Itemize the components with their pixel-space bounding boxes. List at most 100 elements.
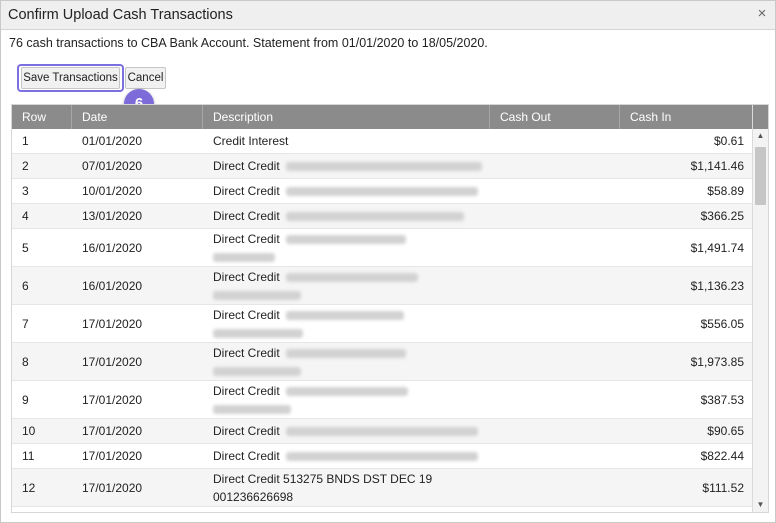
cell-row-number: 2 <box>22 159 29 173</box>
transactions-table: Row Date Description Cash Out Cash In 10… <box>11 104 769 513</box>
cell-description: Direct Credit <box>203 381 490 418</box>
table-row[interactable]: 4 13/01/2020 Direct Credit $366.25 <box>12 204 754 229</box>
description-line: Direct Credit <box>213 157 482 175</box>
description-line: Direct Credit <box>213 422 478 440</box>
cell-description: Direct Credit <box>203 444 490 468</box>
cell-row-number: 5 <box>22 240 29 255</box>
cell-date: 17/01/2020 <box>82 392 143 407</box>
cell-description: Direct Credit <box>203 154 490 178</box>
cell-cash-in: $1,491.74 <box>690 240 744 255</box>
chevron-down-icon[interactable]: ▼ <box>753 500 768 512</box>
cell-cash-in: $90.65 <box>707 424 744 438</box>
description-text: Direct Credit <box>213 269 280 284</box>
cell-description: Direct Credit <box>203 204 490 228</box>
column-header-date[interactable]: Date <box>72 105 203 129</box>
column-header-row[interactable]: Row <box>12 105 72 129</box>
cell-row-number: 1 <box>22 134 29 148</box>
description-line-2: 001236626698 <box>213 489 294 504</box>
table-header: Row Date Description Cash Out Cash In <box>12 105 754 129</box>
description-line: Direct Credit <box>213 447 478 465</box>
description-line: Direct Credit <box>213 268 418 286</box>
cell-row-number: 10 <box>22 424 36 438</box>
table-row[interactable]: 3 10/01/2020 Direct Credit $58.89 <box>12 179 754 204</box>
description-text: Direct Credit <box>213 184 280 198</box>
scrollbar-thumb[interactable] <box>755 147 766 205</box>
table-row[interactable]: 5 16/01/2020 Direct Credit $1,491.74 <box>12 229 754 267</box>
cell-row-number: 8 <box>22 354 29 369</box>
redacted-text <box>213 404 291 414</box>
redacted-text <box>285 310 404 320</box>
cell-date: 17/01/2020 <box>82 480 143 495</box>
cell-date: 07/01/2020 <box>82 159 143 173</box>
description-line: Direct Credit <box>213 230 406 248</box>
cell-date: 16/01/2020 <box>82 240 143 255</box>
confirm-upload-dialog: Confirm Upload Cash Transactions × 76 ca… <box>0 0 776 523</box>
cell-description: Direct Credit <box>203 419 490 443</box>
description-text: Direct Credit <box>213 383 280 398</box>
redacted-text <box>285 348 406 358</box>
description-line: Direct Credit <box>213 306 404 324</box>
dialog-titlebar: Confirm Upload Cash Transactions × <box>1 1 775 30</box>
description-text: Direct Credit <box>213 449 280 463</box>
cell-cash-in: $1,973.85 <box>690 354 744 369</box>
redacted-text <box>285 187 478 197</box>
redacted-text <box>285 162 482 172</box>
description-text: Direct Credit <box>213 159 280 173</box>
redacted-text <box>285 272 418 282</box>
redacted-text <box>213 290 301 300</box>
description-text: Direct Credit <box>213 424 280 438</box>
cell-row-number: 6 <box>22 278 29 293</box>
cancel-button[interactable]: Cancel <box>125 67 166 89</box>
cell-cash-in: $58.89 <box>707 184 744 198</box>
cell-cash-in: $111.52 <box>702 480 744 495</box>
cell-date: 17/01/2020 <box>82 424 143 438</box>
description-line: Credit Interest <box>213 132 288 150</box>
cell-description: Direct Credit <box>203 267 490 304</box>
table-row[interactable]: 10 17/01/2020 Direct Credit $90.65 <box>12 419 754 444</box>
cell-cash-in: $0.61 <box>713 134 744 148</box>
cell-description: Credit Interest <box>203 129 490 153</box>
description-line: Direct Credit <box>213 382 408 400</box>
table-row[interactable]: 12 17/01/2020 Direct Credit 513275 BNDS DS… <box>12 469 754 507</box>
cell-description: Direct Credit <box>203 229 490 266</box>
cell-row-number: 11 <box>22 449 35 463</box>
redacted-text <box>285 427 478 437</box>
description-line-2 <box>213 286 301 304</box>
vertical-scrollbar[interactable]: ▲ ▼ <box>752 105 768 512</box>
table-row[interactable]: 6 16/01/2020 Direct Credit $1,136.23 <box>12 267 754 305</box>
cell-date: 10/01/2020 <box>82 184 143 198</box>
cell-date: 16/01/2020 <box>82 278 143 293</box>
description-line: Direct Credit <box>213 182 478 200</box>
description-line-2 <box>213 248 275 266</box>
cell-cash-in: $822.44 <box>700 449 744 463</box>
chevron-up-icon[interactable]: ▲ <box>753 131 768 143</box>
cell-date: 01/01/2020 <box>82 134 143 148</box>
table-row[interactable]: 8 17/01/2020 Direct Credit $1,973.85 <box>12 343 754 381</box>
cell-row-number: 7 <box>22 316 29 331</box>
table-row[interactable]: 1 01/01/2020 Credit Interest $0.61 <box>12 129 754 154</box>
cell-date: 17/01/2020 <box>82 354 143 369</box>
cell-row-number: 4 <box>22 209 29 223</box>
description-text: Direct Credit <box>213 345 280 360</box>
description-line-2 <box>213 400 291 418</box>
column-header-description[interactable]: Description <box>203 105 490 129</box>
table-row[interactable]: 2 07/01/2020 Direct Credit $1,141.46 <box>12 154 754 179</box>
table-row[interactable]: 11 17/01/2020 Direct Credit $822.44 <box>12 444 754 469</box>
cell-description: Direct Credit <box>203 305 490 342</box>
redacted-text <box>285 234 406 244</box>
cell-row-number: 3 <box>22 184 29 198</box>
description-text: Direct Credit <box>213 209 280 223</box>
table-row[interactable]: 7 17/01/2020 Direct Credit $556.05 <box>12 305 754 343</box>
column-header-cash-out[interactable]: Cash Out <box>490 105 620 129</box>
redacted-text <box>213 366 301 376</box>
save-button-highlight <box>17 64 124 92</box>
column-header-cash-in[interactable]: Cash In <box>620 105 754 129</box>
redacted-text <box>213 328 303 338</box>
cell-description: Direct Credit <box>203 179 490 203</box>
dialog-title: Confirm Upload Cash Transactions <box>8 7 233 23</box>
description-line: Direct Credit <box>213 207 464 225</box>
close-icon[interactable]: × <box>755 6 769 21</box>
table-row[interactable]: 9 17/01/2020 Direct Credit $387.53 <box>12 381 754 419</box>
description-text: Direct Credit <box>213 307 280 322</box>
cell-description: Direct Credit <box>203 343 490 380</box>
